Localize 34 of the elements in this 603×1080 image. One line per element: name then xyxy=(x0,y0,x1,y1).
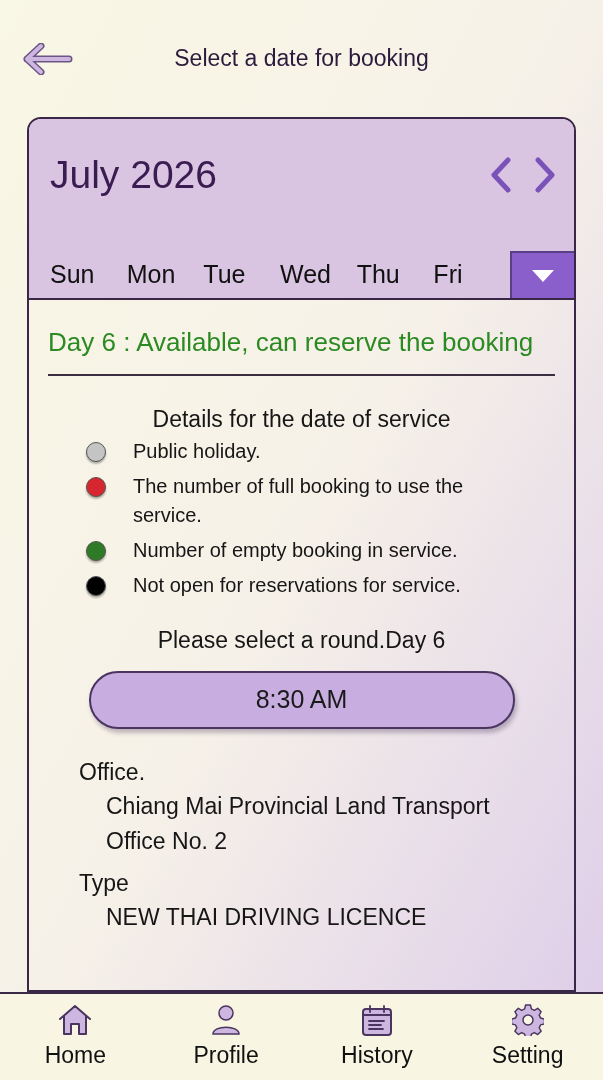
weekday-label: Mon xyxy=(126,258,176,290)
back-arrow-icon xyxy=(23,43,73,75)
chevron-left-icon xyxy=(490,157,512,193)
nav-tab[interactable]: Home xyxy=(0,994,151,1080)
time-slot-button[interactable]: 8:30 AM xyxy=(88,671,515,729)
legend-label: Public holiday. xyxy=(133,439,262,464)
user-icon xyxy=(210,1004,243,1036)
chevron-right-icon xyxy=(534,157,556,193)
nav-tab[interactable]: Profile xyxy=(150,994,302,1080)
availability-status: Day 6 : Available, can reserve the booking xyxy=(48,326,535,359)
calendar-icon xyxy=(360,1004,393,1036)
dropdown-button[interactable] xyxy=(510,251,574,298)
month-title: July 2026 xyxy=(50,151,217,198)
home-icon xyxy=(58,1004,93,1036)
nav-tab[interactable]: Setting xyxy=(452,994,603,1080)
round-prompt: Please select a round.Day 6 xyxy=(156,626,447,655)
legend-label: Number of empty booking in service. xyxy=(133,538,459,563)
back-button[interactable] xyxy=(22,42,74,76)
legend-label: Not open for reservations for service. xyxy=(133,573,462,598)
legend-title: Details for the date of service xyxy=(151,405,452,434)
detail-label: Office. xyxy=(79,758,147,787)
settings-icon xyxy=(511,1004,544,1036)
weekday-label: Sun xyxy=(50,258,95,290)
caret-down-icon xyxy=(531,268,556,283)
weekday-label: Thu xyxy=(356,258,400,290)
detail-value: NEW THAI DRIVING LICENCE xyxy=(105,903,428,932)
weekday-label: Fri xyxy=(433,258,463,290)
weekday-label: Wed xyxy=(280,258,331,290)
weekday-label: Tue xyxy=(203,258,246,290)
page-title: Select a date for booking xyxy=(174,44,429,74)
nav-tab[interactable]: History xyxy=(301,994,453,1080)
detail-value: Chiang Mai Provincial Land Transport Office No. 2 xyxy=(105,792,491,856)
legend-label: The number of full booking to use the service. xyxy=(133,474,465,528)
detail-label: Type xyxy=(79,869,130,898)
